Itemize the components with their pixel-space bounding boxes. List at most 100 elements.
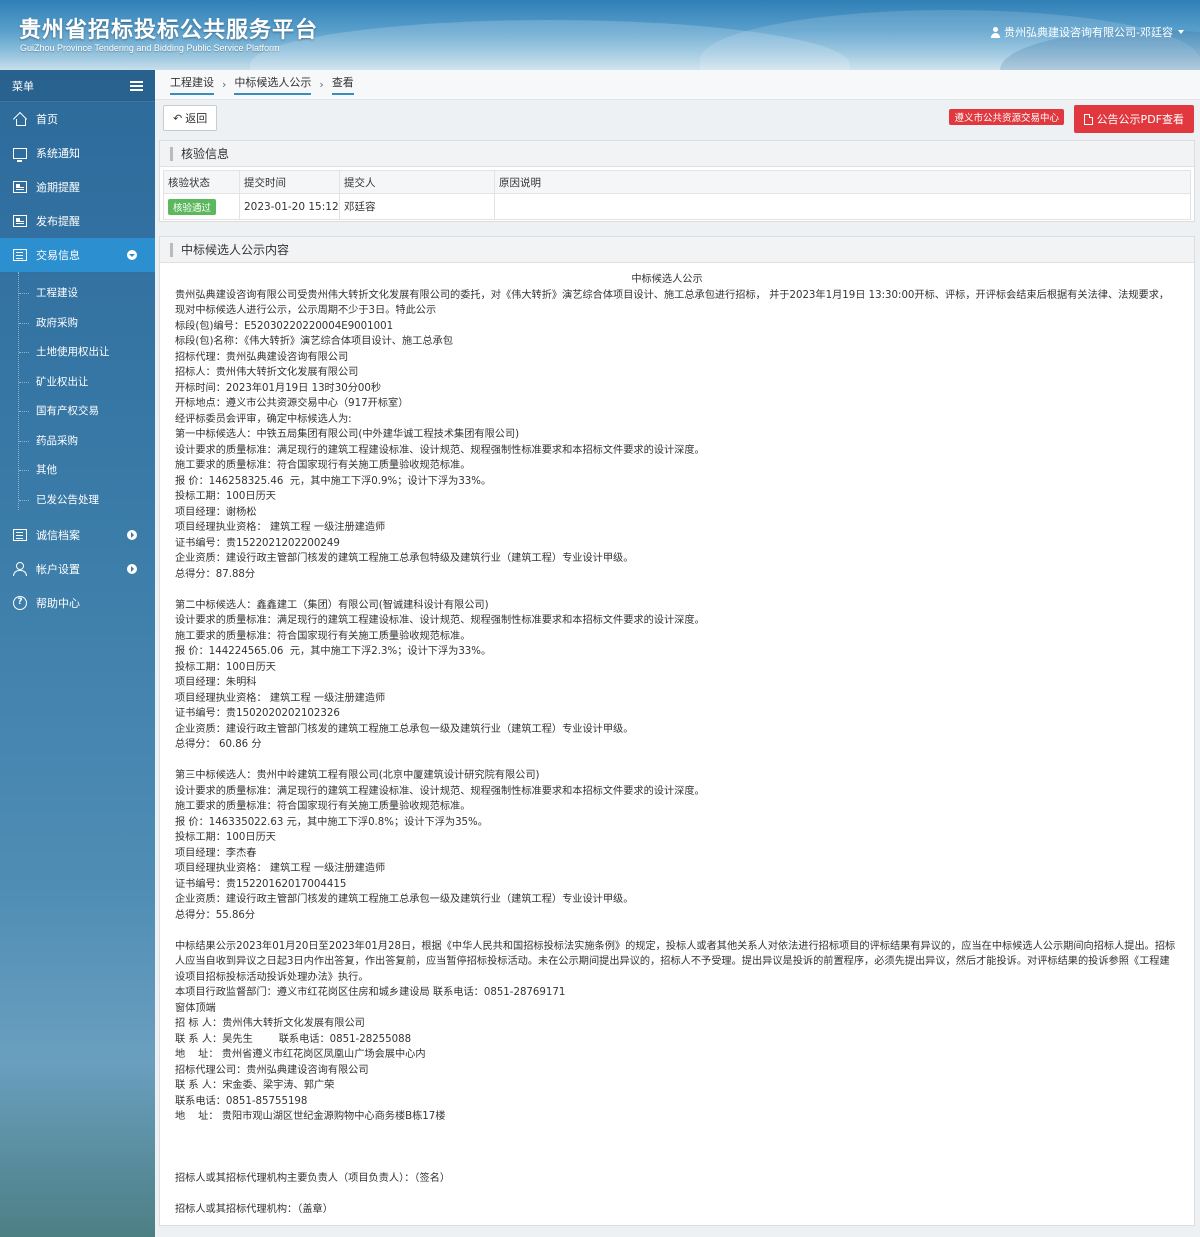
breadcrumb-engineering[interactable]: 工程建设 — [170, 74, 214, 95]
verify-panel-header: 核验信息 — [160, 141, 1194, 167]
site-subtitle: GuiZhou Province Tendering and Bidding P… — [20, 43, 280, 53]
document-line: 第二中标候选人：鑫鑫建工（集团）有限公司(智诚建科设计有限公司) — [175, 599, 489, 611]
document-line: 标段(包)编号：E5203022022000​4E9001001 — [175, 320, 394, 332]
document-line: 投标工期：100日历天 — [175, 661, 276, 673]
document-line: 第三中标候选人：贵州中岭建筑工程有限公司(北京中厦建筑设计研究院有限公司) — [175, 770, 540, 781]
contact-block: 本项目行政监督部门：遵义市红花岗区住房和城乡建设局 联系电话：0851-2876… — [175, 985, 1179, 1125]
document-line: 招标代理：贵州弘典建设咨询有限公司 — [175, 351, 349, 363]
sidebar-subitem-mining[interactable]: 矿业权出让 — [0, 367, 155, 397]
content-heading: 中标候选人公示内容 — [181, 243, 290, 257]
document-line: 开标时间：2023年01月19日 13时30分00秒 — [175, 382, 382, 394]
doc-icon — [12, 214, 28, 228]
status-cell: 核验通过 — [163, 193, 240, 220]
sidebar-item-help[interactable]: ? 帮助中心 — [0, 586, 155, 620]
document-line: 第一中标候选人：中铁五局集团有限公司(中外建华诚工程技术集团有限公司) — [175, 429, 520, 440]
breadcrumb: 工程建设 › 中标候选人公示 › 查看 — [155, 70, 1200, 100]
sidebar-item-label: 逾期提醒 — [36, 181, 80, 194]
sidebar-subitem-drugs[interactable]: 药品采购 — [0, 426, 155, 456]
sidebar-submenu: 工程建设 政府采购 土地使用权出让 矿业权出让 国有产权交易 药品采购 其他 已… — [0, 272, 155, 518]
document-line: 企业资质：建设行政主管部门核发的建筑工程施工总承包一级及建筑行业（建筑工程）专业… — [175, 723, 634, 735]
sidebar-item-notifications[interactable]: 系统通知 — [0, 136, 155, 170]
heading-bar — [170, 242, 173, 257]
caret-down-icon — [1178, 30, 1184, 34]
doc-icon — [12, 180, 28, 194]
user-icon — [12, 562, 28, 576]
sidebar-item-label: 帮助中心 — [36, 597, 80, 610]
reason-cell — [494, 193, 1191, 220]
sidebar-subitem-published[interactable]: 已发公告处理 — [0, 485, 155, 515]
document-line: 项目经理：谢杨松 — [175, 506, 257, 518]
sidebar-subitem-engineering[interactable]: 工程建设 — [0, 278, 155, 308]
menu-label: 菜单 — [12, 79, 34, 93]
submitter-cell: 邓廷容 — [339, 193, 495, 220]
document-line: 标段(包)名称：《伟大转折》演艺综合体项目设计、施工总承包 — [175, 336, 453, 347]
document-line: 企业资质：建设行政主管部门核发的建筑工程施工总承包特级及建筑行业（建筑工程）专业… — [175, 553, 634, 564]
help-icon: ? — [12, 596, 28, 610]
intro-paragraph: 贵州弘典建设咨询有限公司受贵州伟大转折文化发展有限公司的委托，对《伟大转折》演艺… — [175, 289, 1170, 317]
source-center-tag: 遵义市公共资源交易中心 — [949, 109, 1064, 125]
document-line: 设计要求的质量标准：满足现行的建筑工程建设标准、设计规范、规程强制性标准要求和本… — [175, 444, 705, 456]
document-line: 地 址： 贵阳市观山湖区世纪金源购物中心商务楼B栋17楼 — [175, 1111, 446, 1122]
sidebar-item-account[interactable]: 帐户设置 — [0, 552, 155, 586]
document-line: 招 标 人：贵州伟大转折文化发展有限公司 — [175, 1018, 365, 1029]
monitor-icon — [12, 146, 28, 162]
sidebar-subitem-state-assets[interactable]: 国有产权交易 — [0, 396, 155, 426]
document-line: 投标工期：100日历天 — [175, 491, 276, 502]
user-menu[interactable]: 贵州弘典建设咨询有限公司-邓廷容 — [990, 24, 1184, 40]
document-line: 设计要求的质量标准：满足现行的建筑工程建设标准、设计规范、规程强制性标准要求和本… — [175, 615, 705, 626]
pdf-icon — [1083, 113, 1093, 125]
document-line: 项目经理执业资格： 建筑工程 一级注册建造师 — [175, 692, 386, 704]
sidebar-item-home[interactable]: 首页 — [0, 102, 155, 136]
site-title: 贵州省招标投标公共服务平台 — [19, 18, 319, 43]
sidebar: 菜单 首页 系统通知 逾期提醒 发布提醒 交易信息 工程建设 政府采购 土地使用… — [0, 70, 155, 1237]
document-line: 报 价：146335022.63 元，其中施工下浮0.8%；设计下浮为35%。 — [175, 816, 488, 828]
document-line: 企业资质：建设行政主管部门核发的建筑工程施工总承包一级及建筑行业（建筑工程）专业… — [175, 894, 634, 905]
document-line: 证书编号：贵1522021202200249 — [175, 537, 340, 549]
breadcrumb-separator: › — [319, 78, 324, 91]
sidebar-subitem-procurement[interactable]: 政府采购 — [0, 308, 155, 338]
hamburger-icon[interactable] — [130, 80, 143, 91]
back-button[interactable]: ↶ 返回 — [163, 105, 218, 131]
document-line: 项目经理：李杰春 — [175, 847, 257, 859]
sidebar-item-overdue[interactable]: 逾期提醒 — [0, 170, 155, 204]
sidebar-item-transactions[interactable]: 交易信息 — [0, 238, 155, 272]
document-line: 联 系 人：吴先生 联系电话：0851-28255088 — [175, 1033, 412, 1045]
chevron-down-icon — [127, 250, 137, 260]
document-line: 联系电话：0851-85755198 — [175, 1095, 308, 1107]
verify-panel: 核验信息 核验状态 提交时间 提交人 原因说明 核验通过 2023-01-20 … — [159, 140, 1195, 222]
document-line: 经评标委员会评审，确定中标候选人为: — [175, 413, 352, 425]
sidebar-item-credit[interactable]: 诚信档案 — [0, 518, 155, 552]
verify-table: 核验状态 提交时间 提交人 原因说明 核验通过 2023-01-20 15:12… — [163, 170, 1191, 220]
document-line: 证书编号：贵15220162017004415 — [175, 878, 347, 890]
sidebar-item-label: 帐户设置 — [36, 563, 80, 576]
document-line: 报 价：144224565.06 元，其中施工下浮2.3%；设计下浮为33%。 — [175, 646, 492, 657]
document-line: 招标代理公司：贵州弘典建设咨询有限公司 — [175, 1064, 369, 1076]
document-line: 施工要求的质量标准：符合国家现行有关施工质量验收规范标准。 — [175, 460, 471, 471]
breadcrumb-view[interactable]: 查看 — [331, 74, 354, 95]
basic-info-block: 标段(包)编号：E5203022022000​4E9001001 标段(包)名称：… — [175, 319, 1179, 583]
document-line: 联 系 人：宋金委、梁宇涛、郭广荣 — [175, 1080, 335, 1091]
table-header-row: 核验状态 提交时间 提交人 原因说明 — [163, 170, 1191, 194]
signature-line: 招标人或其招标代理机构主要负责人（项目负责人）：（签名） — [175, 1172, 451, 1184]
document-line: 设计要求的质量标准：满足现行的建筑工程建设标准、设计规范、规程强制性标准要求和本… — [175, 785, 705, 797]
back-arrow-icon: ↶ — [173, 111, 183, 125]
sidebar-subitem-land[interactable]: 土地使用权出让 — [0, 337, 155, 367]
sidebar-item-label: 诚信档案 — [36, 529, 80, 542]
column-header: 提交人 — [339, 170, 495, 194]
document-line: 施工要求的质量标准：符合国家现行有关施工质量验收规范标准。 — [175, 630, 471, 642]
document-line: 总得分：87.88分 — [175, 568, 256, 580]
document-line: 项目经理执业资格： 建筑工程 一级注册建造师 — [175, 863, 386, 874]
notice-document: 中标候选人公示 贵州弘典建设咨询有限公司受贵州伟大转折文化发展有限公司的委托，对… — [160, 263, 1194, 1217]
status-badge: 核验通过 — [168, 198, 217, 215]
seal-line: 招标人或其招标代理机构：（盖章） — [175, 1203, 333, 1215]
table-row: 核验通过 2023-01-20 15:12 邓廷容 — [163, 193, 1191, 220]
sidebar-subitem-other[interactable]: 其他 — [0, 455, 155, 485]
verify-heading: 核验信息 — [181, 147, 230, 161]
pdf-view-button[interactable]: 公告公示PDF查看 — [1073, 105, 1194, 133]
sidebar-item-publish[interactable]: 发布提醒 — [0, 204, 155, 238]
document-line: 窗体顶端 — [175, 1002, 216, 1014]
chevron-right-icon — [127, 530, 137, 540]
sidebar-item-label: 发布提醒 — [36, 215, 80, 228]
breadcrumb-candidates[interactable]: 中标候选人公示 — [234, 74, 312, 95]
document-title: 中标候选人公示 — [631, 274, 703, 285]
